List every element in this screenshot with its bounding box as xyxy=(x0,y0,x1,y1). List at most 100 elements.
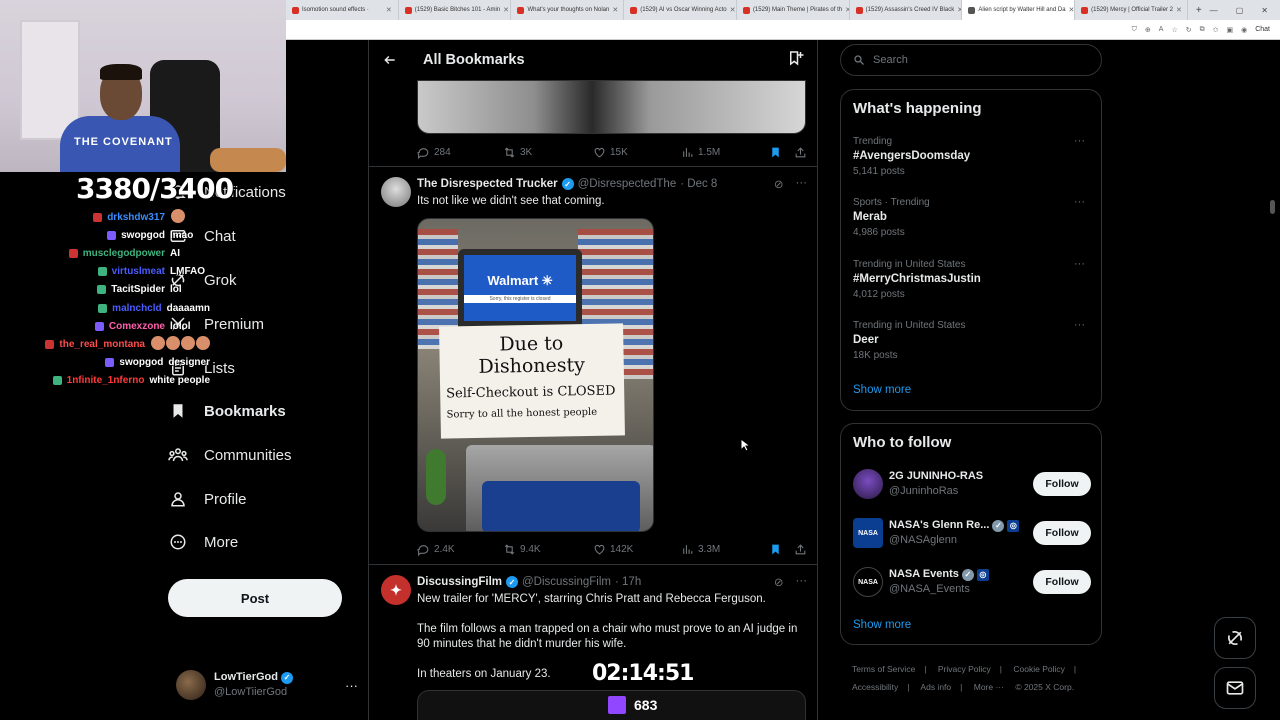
trend-item[interactable]: Trending #AvengersDoomsday 5,141 posts ·… xyxy=(853,134,1093,179)
tweet-author-name[interactable]: DiscussingFilm xyxy=(417,576,502,588)
show-more-link[interactable]: Show more xyxy=(853,619,911,631)
favorites-icon[interactable]: ✩ xyxy=(1213,26,1219,34)
close-tab-icon[interactable]: ✕ xyxy=(1069,6,1075,14)
browser-tab-active[interactable]: Alien script by Walter Hill and Da ✕ xyxy=(962,0,1076,20)
trend-item[interactable]: Sports · Trending Merab 4,986 posts ··· xyxy=(853,195,1093,240)
new-tab-button[interactable]: + xyxy=(1188,5,1210,16)
collections-icon[interactable]: ▣ xyxy=(1226,26,1233,34)
more-options-icon[interactable]: ··· xyxy=(1074,195,1085,210)
tweet-author-handle[interactable]: @DiscussingFilm xyxy=(522,576,611,588)
tweet-author-handle[interactable]: @DisrespectedThe xyxy=(578,178,677,190)
paper-sign: Due to Dishonesty Self-Checkout is CLOSE… xyxy=(439,323,625,439)
close-tab-icon[interactable]: ✕ xyxy=(730,6,736,14)
trend-item[interactable]: Trending in United States Deer 18K posts… xyxy=(853,318,1093,363)
tweet-image[interactable]: Walmart ✳ Sorry, this register is closed… xyxy=(417,218,654,532)
reply-button[interactable]: 284 xyxy=(417,146,503,159)
nav-item-more[interactable]: More xyxy=(168,529,238,555)
nav-item-profile[interactable]: Profile xyxy=(168,486,247,512)
repost-button[interactable]: 3K xyxy=(503,146,593,159)
more-options-icon[interactable]: ··· xyxy=(345,678,358,693)
footer-link[interactable]: Cookie Policy xyxy=(1013,664,1065,674)
copilot-chat-button[interactable]: Chat xyxy=(1255,26,1270,33)
follow-suggestion[interactable]: 2G JUNINHO-RAS @JuninhoRas Follow xyxy=(853,467,1091,501)
zoom-icon[interactable]: ⊕ xyxy=(1145,26,1151,34)
close-window-icon[interactable]: ✕ xyxy=(1261,6,1268,15)
browser-tab-bar: Isomotion sound effects · ✕ (1529) Basic … xyxy=(286,0,1280,20)
maximize-icon[interactable]: ▢ xyxy=(1236,6,1244,15)
nav-item-bookmarks[interactable]: Bookmarks xyxy=(168,398,286,424)
views-button[interactable]: 3.3M xyxy=(681,543,767,556)
close-tab-icon[interactable]: ✕ xyxy=(386,6,392,14)
cucumber xyxy=(426,449,446,505)
account-switcher[interactable]: LowTierGod ✓ @LowTiierGod ··· xyxy=(176,668,358,702)
read-aloud-icon[interactable]: A xyxy=(1159,26,1164,33)
bookmark-filled-icon[interactable] xyxy=(769,146,782,159)
avatar xyxy=(853,469,883,499)
share-icon[interactable] xyxy=(794,543,807,556)
extensions-icon[interactable]: ⧉ xyxy=(1200,26,1205,34)
like-button[interactable]: 142K xyxy=(593,543,681,556)
nav-item-communities[interactable]: Communities xyxy=(168,442,292,468)
browser-tab[interactable]: (1529) Basic Bitches 101 - Amin ✕ xyxy=(399,0,512,20)
follow-button[interactable]: Follow xyxy=(1033,570,1091,594)
bookmark-filled-icon[interactable] xyxy=(769,543,782,556)
browser-toolbar: ⛉ ⊕ A ☆ ↻ ⧉ ✩ ▣ ◉ Chat xyxy=(286,20,1280,40)
follow-suggestion[interactable]: NASA NASA Events ✓ ◎ @NASA_Events Follow xyxy=(853,565,1091,599)
browser-tab[interactable]: (1529) Main Theme | Pirates of th✕ xyxy=(737,0,850,20)
shield-icon[interactable]: ⛉ xyxy=(1132,26,1137,34)
more-options-icon[interactable]: ··· xyxy=(796,575,808,589)
back-arrow-icon[interactable] xyxy=(382,52,398,68)
browser-tab[interactable]: (1529) Assassin's Creed IV Black✕ xyxy=(850,0,963,20)
add-folder-icon[interactable] xyxy=(787,49,805,72)
youtube-favicon-icon xyxy=(404,6,412,14)
tweet-time[interactable]: · 17h xyxy=(615,576,641,588)
views-button[interactable]: 1.5M xyxy=(681,146,767,159)
views-icon xyxy=(683,147,693,157)
refresh-icon[interactable]: ↻ xyxy=(1186,26,1192,34)
browser-tab[interactable]: (1529) AI vs Oscar Winning Acto ✕ xyxy=(624,0,737,20)
grok-icon[interactable]: ⊘ xyxy=(774,177,784,191)
trend-item[interactable]: Trending in United States #MerryChristma… xyxy=(853,257,1093,302)
more-options-icon[interactable]: ··· xyxy=(1074,318,1085,333)
messages-float-button[interactable] xyxy=(1214,667,1256,709)
close-tab-icon[interactable]: ✕ xyxy=(612,6,618,14)
tweet-header: The Disrespected Trucker ✓ @Disrespected… xyxy=(417,177,807,191)
browser-tab[interactable]: (1529) Mercy | Official Trailer 2 ✕ xyxy=(1075,0,1188,20)
post-button[interactable]: Post xyxy=(168,579,342,617)
footer-link[interactable]: Accessibility xyxy=(852,682,898,692)
browser-tab[interactable]: What's your thoughts on Nolan ✕ xyxy=(511,0,625,20)
reply-button[interactable]: 2.4K xyxy=(417,543,503,556)
footer-link[interactable]: Privacy Policy xyxy=(938,664,991,674)
like-button[interactable]: 15K xyxy=(593,146,681,159)
nasa-logo-icon: NASA xyxy=(853,518,883,548)
minimize-icon[interactable]: — xyxy=(1210,6,1218,15)
close-tab-icon[interactable]: ✕ xyxy=(503,6,509,14)
grok-icon[interactable]: ⊘ xyxy=(774,575,784,589)
search-input[interactable]: Search xyxy=(840,44,1102,76)
more-options-icon[interactable]: ··· xyxy=(1074,257,1085,272)
favorite-star-icon[interactable]: ☆ xyxy=(1171,26,1177,34)
repost-button[interactable]: 9.4K xyxy=(503,543,593,556)
more-options-icon[interactable]: ··· xyxy=(796,177,808,191)
tweet-avatar[interactable] xyxy=(381,177,411,207)
profile-icon[interactable]: ◉ xyxy=(1241,26,1247,34)
chat-badge-icon xyxy=(68,248,78,258)
share-icon[interactable] xyxy=(794,146,807,159)
tweet-author-name[interactable]: The Disrespected Trucker xyxy=(417,178,558,190)
follow-button[interactable]: Follow xyxy=(1033,521,1091,545)
tweet-time[interactable]: · Dec 8 xyxy=(680,178,717,190)
previous-tweet-media[interactable] xyxy=(417,80,806,134)
follow-suggestion[interactable]: NASA NASA's Glenn Re... ✓ ◎ @NASAglenn Fol… xyxy=(853,516,1091,550)
footer-link[interactable]: More ··· xyxy=(974,682,1004,692)
footer-link[interactable]: Terms of Service xyxy=(852,664,915,674)
footer-link[interactable]: Ads info xyxy=(920,682,951,692)
more-options-icon[interactable]: ··· xyxy=(1074,134,1085,149)
tweet-avatar[interactable]: ✦ xyxy=(381,575,411,605)
grok-float-button[interactable] xyxy=(1214,617,1256,659)
browser-tab[interactable]: Isomotion sound effects · ✕ xyxy=(286,0,399,20)
scrollbar-thumb[interactable] xyxy=(1270,200,1275,214)
close-tab-icon[interactable]: ✕ xyxy=(1176,6,1182,14)
show-more-link[interactable]: Show more xyxy=(853,384,911,396)
chat-line: Comexzone lolol xyxy=(0,317,210,335)
follow-button[interactable]: Follow xyxy=(1033,472,1091,496)
